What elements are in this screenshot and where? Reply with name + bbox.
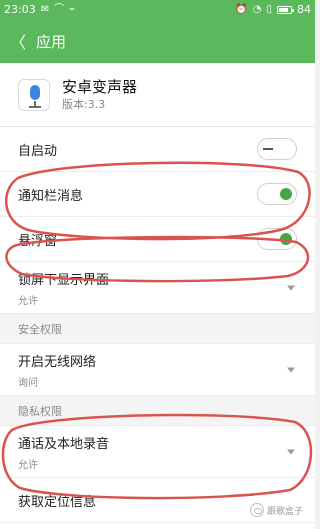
settings-content[interactable]: 安卓变声器 版本:3.3 自启动 通知栏消息 悬浮窗 锁屏下显示界面 允许 安全… — [0, 63, 315, 529]
microphone-icon — [18, 78, 50, 111]
app-version: 版本:3.3 — [62, 97, 106, 111]
recording-label: 通话及本地录音 — [18, 436, 110, 452]
status-left: 23:03 ✉ ⌒ ⌁ — [4, 3, 75, 16]
notification-label: 通知栏消息 — [18, 188, 84, 204]
security-section-header: 安全权限 — [0, 314, 315, 344]
recording-value: 允许 — [18, 459, 38, 471]
page-title: 应用 — [36, 32, 67, 51]
signal-icon: ⌒ — [54, 3, 65, 15]
lockscreen-row[interactable]: 锁屏下显示界面 允许 — [0, 262, 315, 314]
watermark-text: 跟歌盒子 — [266, 506, 303, 517]
message-icon: ✉ — [40, 3, 50, 15]
app-name: 安卓变声器 — [62, 77, 138, 96]
floating-window-toggle[interactable] — [257, 228, 297, 250]
notification-toggle[interactable] — [257, 183, 297, 205]
status-time: 23:03 — [4, 3, 36, 16]
chevron-left-icon: 〈 — [9, 33, 26, 52]
wifi-row[interactable]: 开启无线网络 询问 — [0, 344, 315, 396]
usb-icon: ⌁ — [69, 3, 76, 15]
floating-window-row[interactable]: 悬浮窗 — [0, 217, 315, 262]
wifi-label: 开启无线网络 — [18, 354, 97, 370]
back-button[interactable]: 〈 — [0, 19, 36, 63]
chevron-down-icon — [287, 285, 295, 290]
app-info: 安卓变声器 版本:3.3 — [62, 78, 137, 112]
location-label: 获取定位信息 — [18, 494, 97, 510]
sim-icon: ▯ — [266, 3, 272, 15]
battery-fill — [279, 7, 289, 12]
mic-head — [30, 84, 40, 100]
battery-percent: 84 — [297, 3, 311, 16]
autostart-row[interactable]: 自启动 — [0, 127, 315, 172]
wifi-icon: ◔ — [252, 3, 262, 15]
autostart-toggle[interactable] — [257, 138, 297, 160]
chevron-down-icon — [287, 449, 295, 454]
battery-icon — [277, 5, 294, 14]
floating-window-label: 悬浮窗 — [18, 233, 58, 249]
wifi-value: 询问 — [18, 377, 38, 389]
lockscreen-value: 允许 — [18, 295, 38, 307]
status-right: ⏰ ◔ ▯ 84 — [235, 3, 311, 16]
wechat-icon — [249, 503, 264, 517]
autostart-label: 自启动 — [18, 143, 58, 159]
recording-row[interactable]: 通话及本地录音 允许 — [0, 426, 315, 478]
alarm-icon: ⏰ — [235, 3, 248, 15]
chevron-down-icon — [287, 367, 295, 372]
status-bar: 23:03 ✉ ⌒ ⌁ ⏰ ◔ ▯ 84 — [0, 0, 315, 19]
title-bar: 〈 应用 — [0, 19, 315, 63]
lockscreen-label: 锁屏下显示界面 — [18, 272, 110, 288]
notification-row[interactable]: 通知栏消息 — [0, 172, 315, 217]
app-header: 安卓变声器 版本:3.3 — [0, 63, 315, 127]
mic-base — [29, 105, 41, 108]
privacy-section-header: 隐私权限 — [0, 396, 315, 426]
watermark: 跟歌盒子 — [249, 503, 303, 517]
